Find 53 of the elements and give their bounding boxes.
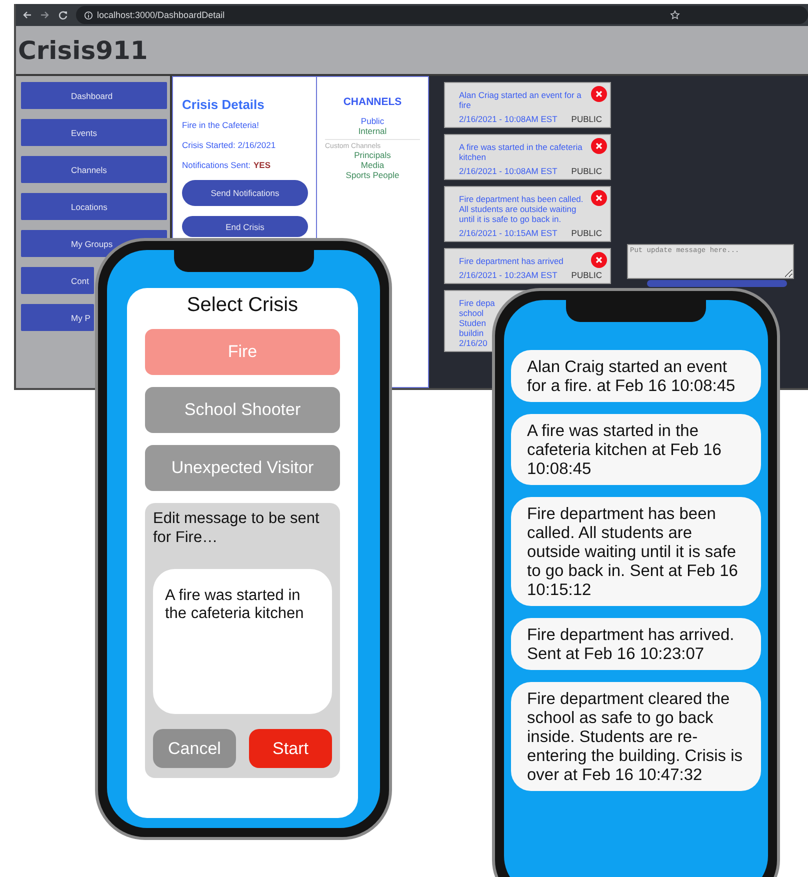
event-message: Fire department has been called. All students are outside waiting until it is safe to go back in.: [459, 194, 584, 224]
event-time: 2/16/20: [459, 338, 488, 348]
start-button[interactable]: Start: [249, 729, 332, 768]
visibility-label: PUBLIC: [571, 114, 602, 124]
visibility-label: PUBLIC: [571, 228, 602, 238]
sidebar-button[interactable]: Dashboard: [21, 82, 167, 109]
close-icon[interactable]: [591, 138, 607, 154]
channel-link[interactable]: Media: [360, 160, 384, 170]
edit-message-label: Edit message to be sent for Fire…: [153, 509, 320, 547]
forward-icon[interactable]: [40, 10, 50, 20]
channel-link[interactable]: Public: [360, 116, 384, 126]
message-bubble: A fire was started in the cafeteria kitchen at Feb 16 10:08:45: [511, 414, 761, 485]
app-title: Crisis911: [18, 36, 148, 64]
crisis-start-date: Crisis Started: 2/16/2021: [182, 140, 277, 150]
sidebar-button[interactable]: Locations: [21, 193, 167, 220]
close-icon[interactable]: [591, 190, 607, 206]
event-message: Fire depa school Studen buildin: [459, 298, 496, 338]
action-button[interactable]: Send Notifications: [182, 180, 308, 206]
cancel-button[interactable]: Cancel: [153, 729, 236, 768]
close-icon[interactable]: [591, 86, 607, 102]
crisis-name: Fire in the Cafeteria!: [182, 120, 260, 130]
event-time: 2/16/2021 - 10:15AM EST: [459, 228, 558, 238]
visibility-label: PUBLIC: [571, 166, 602, 176]
channel-link[interactable]: Sports People: [346, 170, 400, 180]
message-bubble: Fire department cleared the school as safe to go back inside. Students are re-entering the building. Crisis is over at Feb 16 10:47:32: [511, 682, 761, 791]
channel-link[interactable]: Internal: [358, 126, 387, 136]
message-field[interactable]: A fire was started in the cafeteria kitchen: [153, 569, 332, 714]
event-message: Fire department has arrived: [459, 256, 564, 266]
event-time: 2/16/2021 - 10:23AM EST: [459, 270, 558, 280]
action-button[interactable]: End Crisis: [182, 216, 308, 237]
reload-icon[interactable]: [58, 10, 68, 20]
bookmark-star-icon[interactable]: [670, 10, 680, 20]
message-bubble: Alan Craig started an event for a fire. at Feb 16 10:08:45: [511, 350, 761, 402]
sidebar-button[interactable]: Cont: [21, 267, 94, 294]
notifications-status: YES: [254, 160, 271, 170]
back-icon[interactable]: [22, 10, 32, 20]
event-message: Alan Criag started an event for a fire: [459, 90, 582, 110]
panel-title: CHANNELS: [343, 96, 402, 108]
close-icon[interactable]: [591, 252, 607, 268]
notifications-label: Notifications Sent:: [182, 160, 251, 170]
event-message: A fire was started in the cafeteria kitchen: [459, 142, 584, 162]
screen-title: Select Crisis: [186, 294, 300, 317]
channel-link[interactable]: Principals: [354, 150, 391, 160]
event-time: 2/16/2021 - 10:08AM EST: [459, 114, 558, 124]
event-time: 2/16/2021 - 10:08AM EST: [459, 166, 558, 176]
visibility-label: PUBLIC: [571, 270, 602, 280]
sidebar-button[interactable]: My P: [21, 304, 94, 331]
sidebar-button[interactable]: Events: [21, 119, 167, 146]
message-bubble: Fire department has been called. All students are outside waiting until it is safe to go back in. Sent at Feb 16 10:15:12: [511, 497, 761, 606]
sidebar-button[interactable]: Channels: [21, 156, 167, 183]
message-bubble: Fire department has arrived. Sent at Feb 16 10:23:07: [511, 618, 761, 670]
panel-title: Crisis Details: [182, 97, 266, 112]
info-icon[interactable]: [84, 10, 93, 20]
